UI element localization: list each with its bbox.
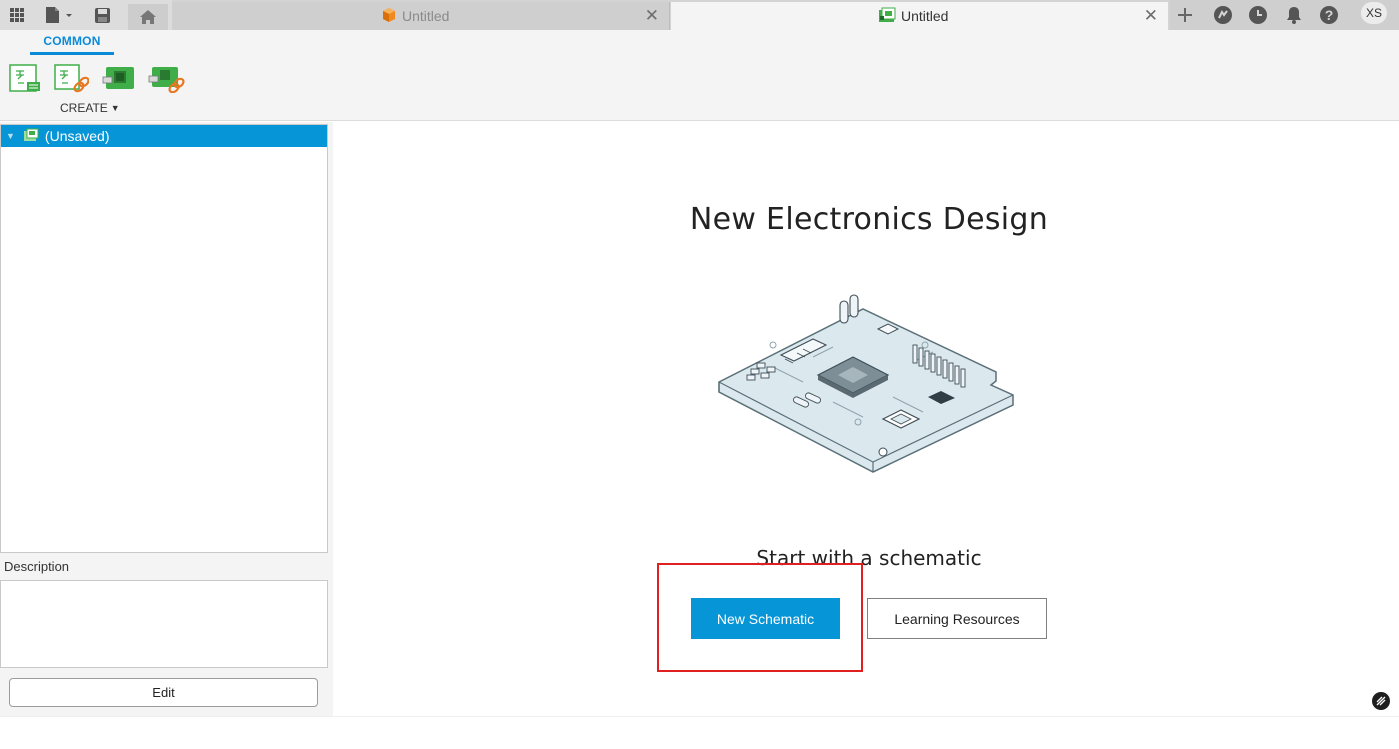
page-title: New Electronics Design bbox=[689, 202, 1049, 237]
extensions-icon[interactable] bbox=[1211, 3, 1235, 27]
highlight-annotation-box bbox=[657, 563, 863, 672]
expand-caret-icon[interactable]: ▼ bbox=[6, 131, 15, 141]
active-tab-underline bbox=[30, 52, 114, 55]
feedback-icon[interactable] bbox=[1372, 692, 1390, 710]
browser-tree: ▼ (Unsaved) bbox=[0, 124, 328, 553]
user-avatar[interactable]: XS bbox=[1361, 2, 1387, 24]
notifications-bell-icon[interactable] bbox=[1282, 3, 1306, 27]
cube-icon bbox=[381, 7, 397, 26]
save-icon[interactable] bbox=[92, 4, 112, 26]
close-icon[interactable]: ✕ bbox=[1144, 7, 1158, 25]
tab-design-untitled[interactable]: Untitled ✕ bbox=[172, 2, 670, 30]
electronics-document-icon bbox=[23, 128, 39, 145]
file-menu-icon[interactable] bbox=[43, 4, 75, 26]
help-question-icon[interactable]: ? bbox=[1317, 3, 1341, 27]
create-menu[interactable]: CREATE ▼ bbox=[60, 101, 120, 115]
new-pcb-tool-icon[interactable] bbox=[102, 63, 136, 93]
toolbar: COMMON CREATE ▼ bbox=[0, 30, 1399, 121]
browser-root-item[interactable]: ▼ (Unsaved) bbox=[1, 125, 327, 147]
link-pcb-tool-icon[interactable] bbox=[148, 63, 185, 94]
new-schematic-tool-icon[interactable] bbox=[8, 63, 42, 93]
link-schematic-tool-icon[interactable] bbox=[53, 63, 90, 93]
quick-access-bar bbox=[0, 0, 172, 30]
tab-common[interactable]: COMMON bbox=[30, 34, 114, 48]
status-strip bbox=[0, 716, 1399, 749]
job-status-clock-icon[interactable] bbox=[1246, 3, 1270, 27]
learning-resources-button[interactable]: Learning Resources bbox=[867, 598, 1047, 639]
tab-label: Untitled bbox=[901, 8, 949, 24]
apps-grid-icon[interactable] bbox=[8, 4, 26, 26]
home-icon[interactable] bbox=[128, 4, 168, 30]
tab-label: Untitled bbox=[402, 8, 450, 24]
description-field[interactable] bbox=[0, 580, 328, 668]
new-tab-plus-icon[interactable] bbox=[1173, 3, 1197, 27]
subtitle: Start with a schematic bbox=[756, 546, 982, 570]
browser-panel: ▼ (Unsaved) Description Edit bbox=[0, 122, 333, 716]
create-label: CREATE bbox=[60, 101, 108, 115]
svg-text:?: ? bbox=[1325, 7, 1334, 23]
description-label: Description bbox=[4, 559, 70, 574]
edit-button[interactable]: Edit bbox=[9, 678, 318, 707]
title-bar: Untitled ✕ Untitled ✕ ? XS bbox=[0, 0, 1399, 30]
pcb-illustration bbox=[713, 287, 1033, 487]
start-page: New Electronics Design Start with a sche… bbox=[333, 122, 1399, 716]
close-icon[interactable]: ✕ bbox=[645, 7, 659, 25]
tab-electronics-untitled[interactable]: Untitled ✕ bbox=[671, 2, 1168, 30]
chevron-down-icon: ▼ bbox=[110, 103, 120, 113]
browser-root-label: (Unsaved) bbox=[44, 128, 110, 144]
electronics-design-icon bbox=[878, 7, 896, 26]
